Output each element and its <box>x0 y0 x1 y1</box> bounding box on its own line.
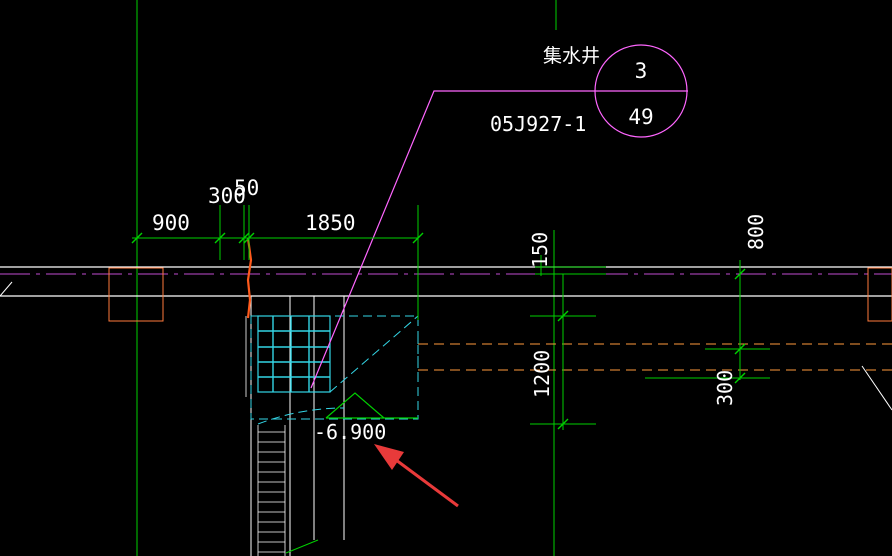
dim-150: 150 <box>528 232 552 268</box>
callout-atlas-code: 05J927-1 <box>490 112 586 136</box>
elevation-label: -6.900 <box>314 420 386 444</box>
dim-1850: 1850 <box>305 211 356 235</box>
callout-sheet: 49 <box>628 105 653 129</box>
dim-50: 50 <box>234 176 259 200</box>
callout-name: 集水井 <box>543 45 600 67</box>
dim-1200: 1200 <box>530 350 554 398</box>
dim-300-right: 300 <box>713 370 737 406</box>
cad-drawing-canvas[interactable]: -6.900 集水井 3 49 05J927-1 900 300 50 1850… <box>0 0 892 556</box>
canvas-background <box>0 0 892 556</box>
dim-800: 800 <box>744 214 768 250</box>
callout-number: 3 <box>635 59 648 83</box>
dim-900: 900 <box>152 211 190 235</box>
